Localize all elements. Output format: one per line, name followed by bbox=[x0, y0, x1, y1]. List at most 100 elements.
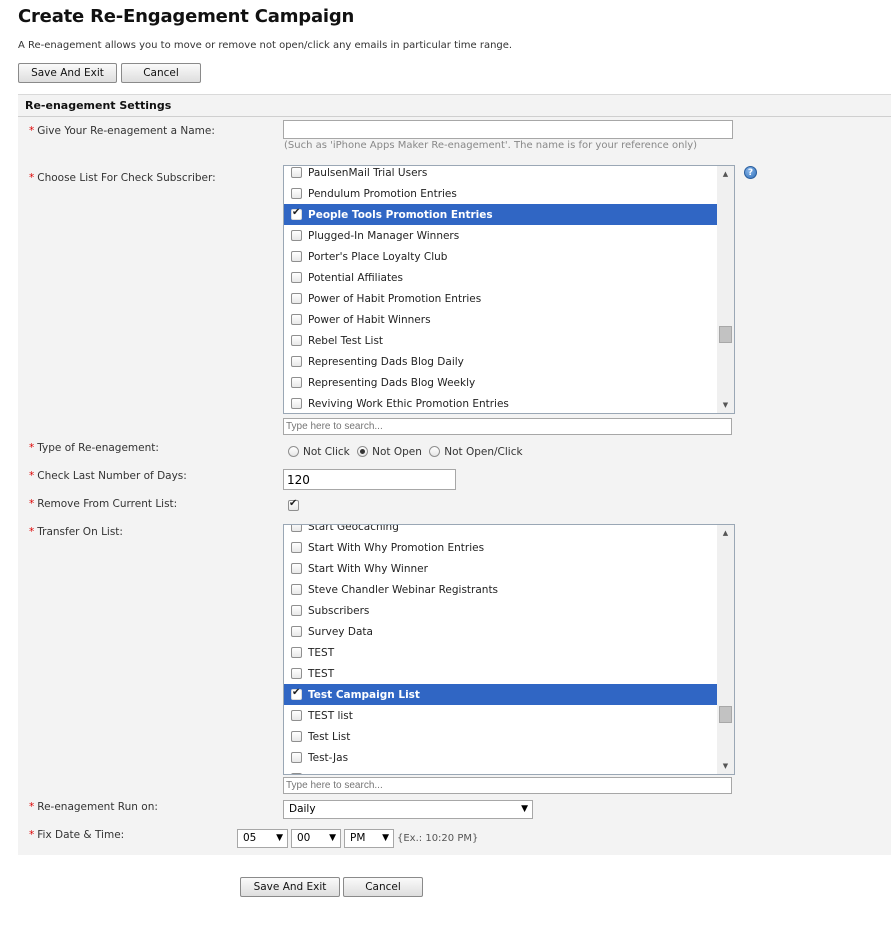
radio-button[interactable] bbox=[429, 446, 441, 457]
checkbox[interactable] bbox=[291, 230, 302, 241]
list-item-label: People Tools Promotion Entries bbox=[308, 208, 493, 221]
radio-not-open[interactable]: Not Open bbox=[357, 446, 422, 458]
scroll-down-arrow-icon[interactable]: ▼ bbox=[717, 758, 734, 774]
cancel-button[interactable]: Cancel bbox=[121, 63, 201, 83]
list-item-label: TEST list bbox=[308, 709, 353, 722]
campaign-name-input[interactable] bbox=[283, 120, 733, 139]
list-item[interactable]: Test Campaign List bbox=[284, 684, 717, 705]
scroll-up-arrow-icon[interactable]: ▲ bbox=[717, 525, 734, 541]
list-item[interactable]: Steve Chandler Webinar Registrants bbox=[284, 579, 717, 600]
minute-select[interactable]: 00 ▼ bbox=[291, 829, 341, 848]
scroll-thumb[interactable] bbox=[719, 326, 732, 343]
list-item[interactable]: Start With Why Promotion Entries bbox=[284, 537, 717, 558]
question-circle-icon[interactable]: ? bbox=[744, 166, 757, 179]
checkbox[interactable] bbox=[291, 542, 302, 553]
list-item[interactable]: The 21 Hour Customer Promotion Entries bbox=[284, 768, 717, 775]
list-item[interactable]: Subscribers bbox=[284, 600, 717, 621]
list-item[interactable]: Power of Habit Promotion Entries bbox=[284, 288, 717, 309]
list-item[interactable]: Porter's Place Loyalty Club bbox=[284, 246, 717, 267]
list-item[interactable]: Survey Data bbox=[284, 621, 717, 642]
checkbox[interactable] bbox=[291, 731, 302, 742]
list-item[interactable]: Potential Affiliates bbox=[284, 267, 717, 288]
radio-not-open-click[interactable]: Not Open/Click bbox=[429, 446, 523, 458]
list-item[interactable]: Representing Dads Blog Daily bbox=[284, 351, 717, 372]
save-and-exit-button[interactable]: Save And Exit bbox=[18, 63, 117, 83]
scroll-down-arrow-icon[interactable]: ▼ bbox=[717, 397, 734, 413]
list-item[interactable]: TEST bbox=[284, 663, 717, 684]
checkbox[interactable] bbox=[291, 710, 302, 721]
list-item[interactable]: Pendulum Promotion Entries bbox=[284, 183, 717, 204]
checkbox[interactable] bbox=[291, 398, 302, 409]
checkbox[interactable] bbox=[291, 188, 302, 199]
list-item[interactable]: TEST list bbox=[284, 705, 717, 726]
list-item[interactable]: People Tools Promotion Entries bbox=[284, 204, 717, 225]
list-item[interactable]: Reviving Work Ethic Promotion Entries bbox=[284, 393, 717, 413]
checkbox-checked[interactable] bbox=[291, 207, 302, 220]
cancel-button-bottom[interactable]: Cancel bbox=[343, 877, 423, 897]
list-item-label: The 21 Hour Customer Promotion Entries bbox=[308, 773, 524, 775]
transfer-list-search-input[interactable] bbox=[283, 777, 732, 794]
checkbox[interactable] bbox=[291, 647, 302, 658]
list-item-label: Test List bbox=[308, 730, 351, 743]
save-and-exit-button-bottom[interactable]: Save And Exit bbox=[240, 877, 340, 897]
list-item[interactable]: Start Geocaching bbox=[284, 524, 717, 537]
checkbox[interactable] bbox=[291, 752, 302, 763]
radio-not-click[interactable]: Not Click bbox=[288, 446, 350, 458]
list-item-label: Rebel Test List bbox=[308, 334, 384, 347]
type-radio-group: Not Click Not Open Not Open/Click bbox=[288, 446, 523, 458]
checkbox[interactable] bbox=[291, 525, 302, 532]
checkbox[interactable] bbox=[291, 584, 302, 595]
check-list-scrollbar[interactable]: ▲ ▼ bbox=[717, 166, 734, 413]
checkbox[interactable] bbox=[291, 293, 302, 304]
dropdown-arrow-icon: ▼ bbox=[329, 833, 336, 843]
check-list-search-input[interactable] bbox=[283, 418, 732, 435]
list-item-label: Pendulum Promotion Entries bbox=[308, 187, 457, 200]
list-item[interactable]: TEST bbox=[284, 642, 717, 663]
checkbox[interactable] bbox=[291, 251, 302, 262]
run-on-select[interactable]: Daily ▼ bbox=[283, 800, 533, 819]
remove-from-list-checkbox[interactable] bbox=[288, 498, 305, 511]
list-item-label: Porter's Place Loyalty Club bbox=[308, 250, 448, 263]
checkbox[interactable] bbox=[291, 605, 302, 616]
list-item[interactable]: Test-Jas bbox=[284, 747, 717, 768]
checkbox[interactable] bbox=[291, 335, 302, 346]
name-label: * Give Your Re-enagement a Name: bbox=[29, 125, 215, 137]
checkbox[interactable] bbox=[291, 314, 302, 325]
list-item-label: Start Geocaching bbox=[308, 524, 399, 533]
list-item[interactable]: Plugged-In Manager Winners bbox=[284, 225, 717, 246]
list-item-label: Start With Why Winner bbox=[308, 562, 428, 575]
transfer-list-scrollbar[interactable]: ▲ ▼ bbox=[717, 525, 734, 774]
checkbox[interactable] bbox=[291, 773, 302, 774]
list-item-label: Potential Affiliates bbox=[308, 271, 403, 284]
scroll-up-arrow-icon[interactable]: ▲ bbox=[717, 166, 734, 182]
list-item[interactable]: Test List bbox=[284, 726, 717, 747]
hour-select[interactable]: 05 ▼ bbox=[237, 829, 288, 848]
list-item[interactable]: PaulsenMail Trial Users bbox=[284, 166, 717, 183]
ampm-select[interactable]: PM ▼ bbox=[344, 829, 394, 848]
list-item-label: Representing Dads Blog Weekly bbox=[308, 376, 476, 389]
list-item[interactable]: Rebel Test List bbox=[284, 330, 717, 351]
list-item-label: Survey Data bbox=[308, 625, 373, 638]
radio-button[interactable] bbox=[288, 446, 299, 457]
checkbox[interactable] bbox=[291, 356, 302, 367]
list-item[interactable]: Power of Habit Winners bbox=[284, 309, 717, 330]
checkbox[interactable] bbox=[291, 563, 302, 574]
checkbox[interactable] bbox=[291, 626, 302, 637]
type-label: * Type of Re-enagement: bbox=[29, 442, 159, 454]
radio-button-selected[interactable] bbox=[357, 446, 369, 457]
dropdown-arrow-icon: ▼ bbox=[276, 833, 283, 843]
checkbox-checked[interactable] bbox=[291, 687, 302, 700]
checkbox[interactable] bbox=[291, 167, 302, 178]
days-input[interactable] bbox=[283, 469, 456, 490]
checkbox[interactable] bbox=[291, 668, 302, 679]
checkbox[interactable] bbox=[291, 272, 302, 283]
list-item[interactable]: Start With Why Winner bbox=[284, 558, 717, 579]
check-list-box[interactable]: PaulsenMail Trial Users Pendulum Promotio… bbox=[283, 165, 735, 414]
scroll-thumb[interactable] bbox=[719, 706, 732, 723]
checkbox[interactable] bbox=[291, 377, 302, 388]
transfer-list-box[interactable]: Start Geocaching Start With Why Promotion… bbox=[283, 524, 735, 775]
list-item[interactable]: Representing Dads Blog Weekly bbox=[284, 372, 717, 393]
checkbox-checked[interactable] bbox=[288, 498, 299, 511]
list-item-label: Test Campaign List bbox=[308, 688, 420, 701]
name-hint: (Such as 'iPhone Apps Maker Re-enagement… bbox=[284, 140, 698, 151]
